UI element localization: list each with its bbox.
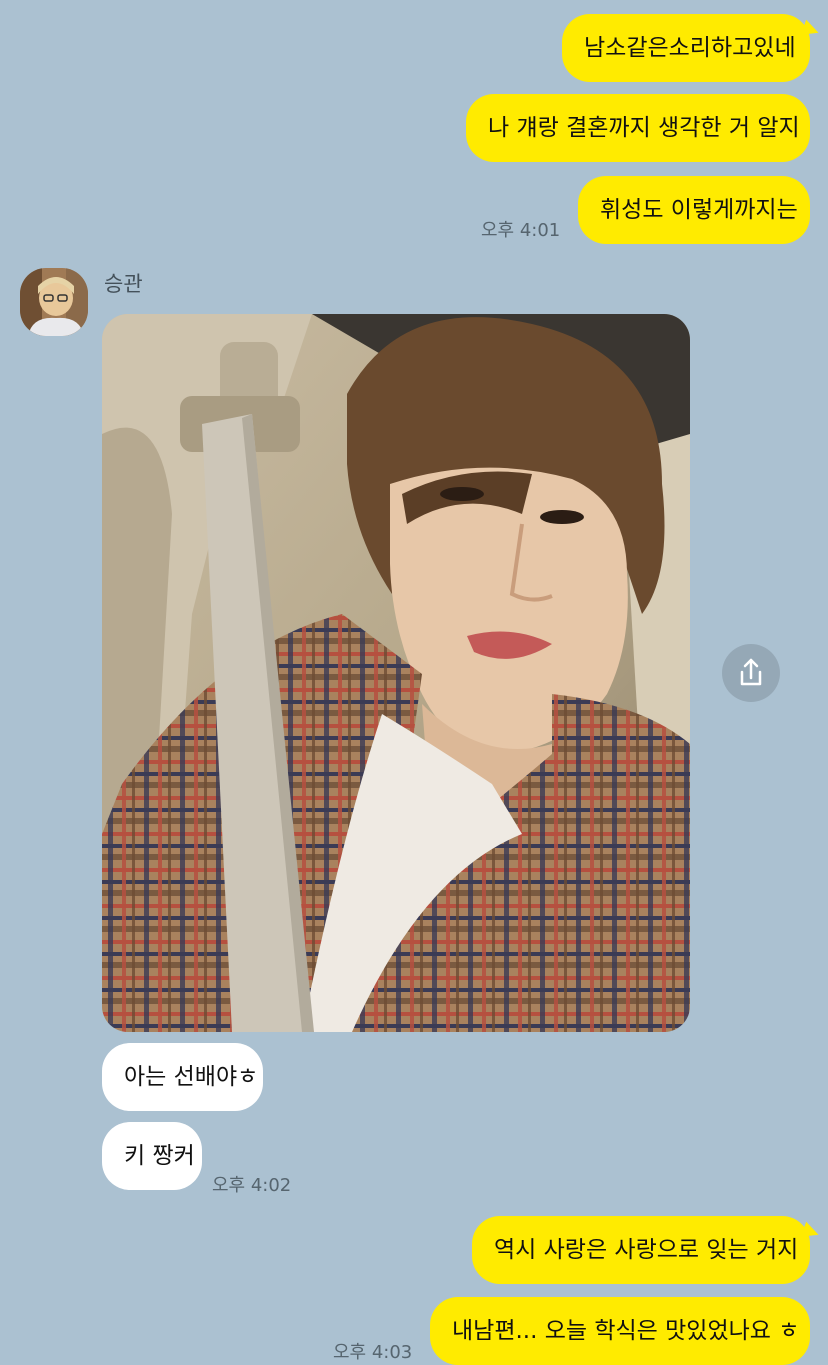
photo-message[interactable] xyxy=(102,314,690,1032)
message-text: 내남편... 오늘 학식은 맛있었나요 ㅎ xyxy=(452,1318,800,1344)
message-text: 나 걔랑 결혼까지 생각한 거 알지 xyxy=(488,115,800,141)
my-message-bubble[interactable]: 남소같은소리하고있네 xyxy=(562,14,810,82)
message-text: 휘성도 이렇게까지는 xyxy=(600,197,798,223)
message-timestamp: 오후 4:01 xyxy=(481,220,561,241)
my-message-bubble[interactable]: 역시 사랑은 사랑으로 잊는 거지 xyxy=(472,1216,810,1284)
sender-name: 승관 xyxy=(104,272,143,296)
chat-room[interactable]: 남소같은소리하고있네 나 걔랑 결혼까지 생각한 거 알지 휘성도 이렇게까지는… xyxy=(0,0,828,1365)
share-button[interactable] xyxy=(722,644,780,702)
message-text: 아는 선배야ㅎ xyxy=(124,1064,259,1090)
message-text: 역시 사랑은 사랑으로 잊는 거지 xyxy=(494,1237,799,1263)
my-message-bubble[interactable]: 휘성도 이렇게까지는 xyxy=(578,176,810,244)
my-message-bubble[interactable]: 나 걔랑 결혼까지 생각한 거 알지 xyxy=(466,94,810,162)
message-timestamp: 오후 4:03 xyxy=(333,1342,413,1363)
message-text: 키 짱커 xyxy=(124,1143,195,1169)
profile-photo-icon xyxy=(20,268,88,336)
my-message-bubble[interactable]: 내남편... 오늘 학식은 맛있었나요 ㅎ xyxy=(430,1297,810,1365)
message-text: 남소같은소리하고있네 xyxy=(584,35,796,61)
received-message-bubble[interactable]: 키 짱커 xyxy=(102,1122,202,1190)
message-timestamp: 오후 4:02 xyxy=(212,1175,292,1196)
sender-avatar[interactable] xyxy=(20,268,88,336)
received-message-bubble[interactable]: 아는 선배야ㅎ xyxy=(102,1043,263,1111)
selfie-photo-in-car-icon xyxy=(102,314,690,1032)
share-icon xyxy=(740,658,762,686)
